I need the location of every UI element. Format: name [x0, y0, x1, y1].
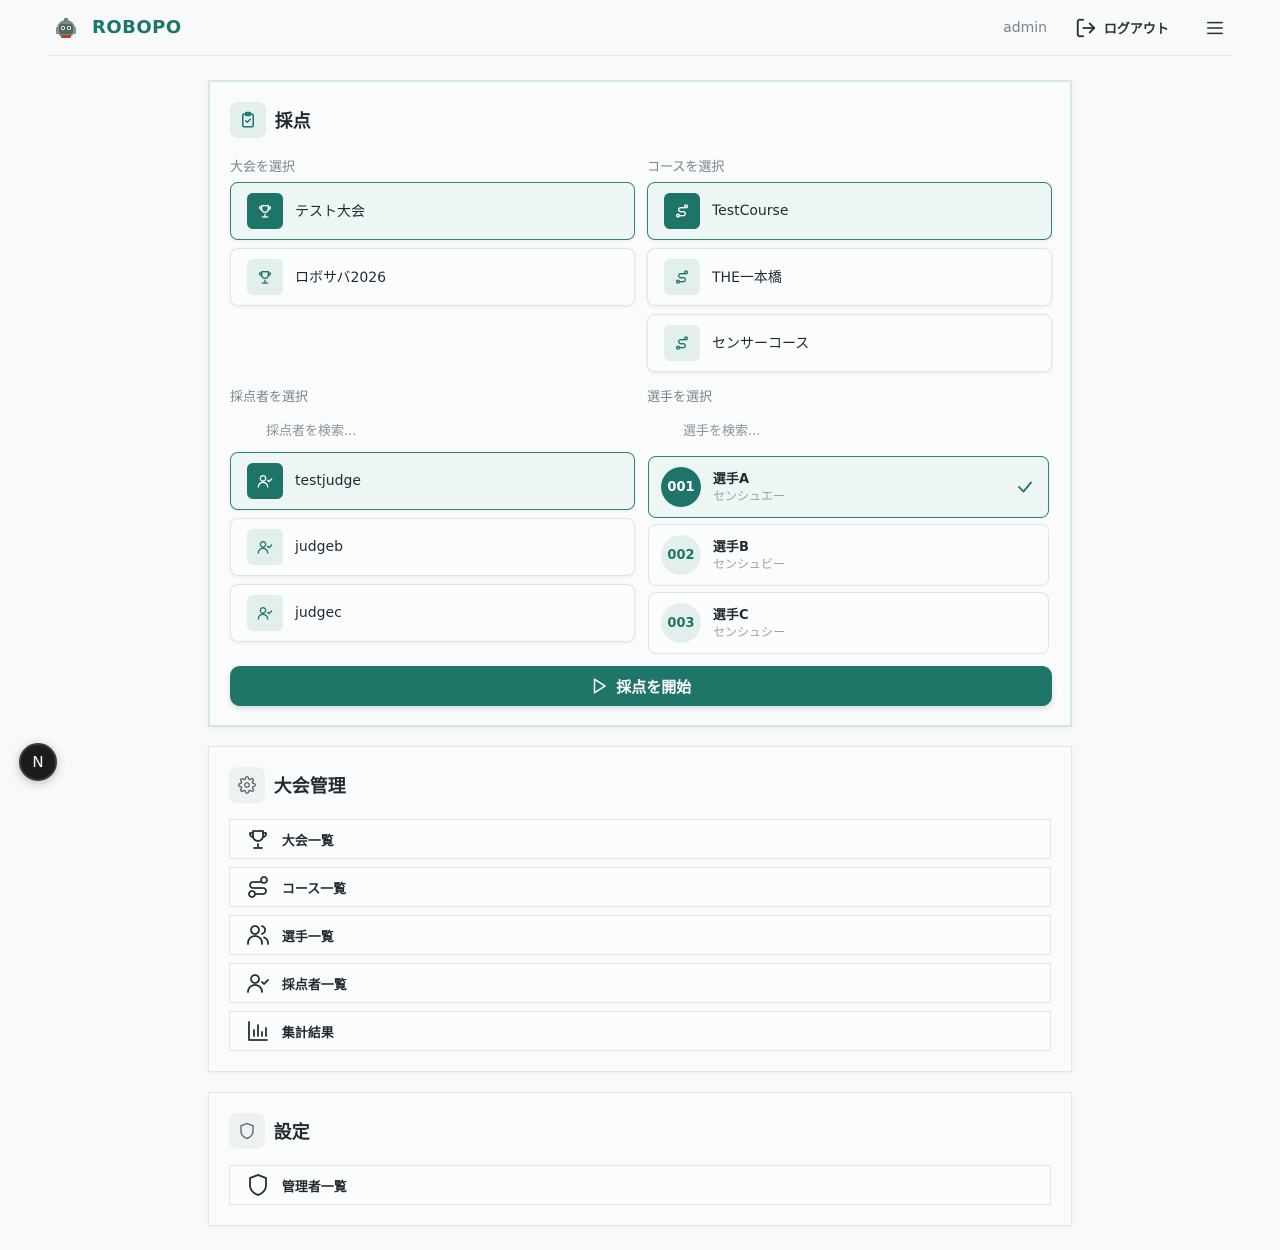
- user-check-icon: [247, 463, 283, 499]
- player-option-0[interactable]: 001 選手A センシュエー: [648, 456, 1049, 518]
- hamburger-menu-button[interactable]: [1205, 18, 1225, 38]
- tournament-select-label: 大会を選択: [230, 160, 296, 175]
- menu-admin-list[interactable]: 管理者一覧: [229, 1165, 1051, 1205]
- course-option-0[interactable]: TestCourse: [647, 182, 1052, 240]
- management-title: 大会管理: [274, 776, 346, 797]
- player-option-1[interactable]: 002 選手B センシュビー: [648, 524, 1049, 586]
- gear-icon: [229, 767, 265, 803]
- player-kana: センシュシー: [713, 624, 786, 639]
- menu-player-list[interactable]: 選手一覧: [229, 915, 1051, 955]
- player-name: 選手C: [713, 607, 749, 623]
- dev-tools-badge[interactable]: N: [19, 743, 57, 781]
- current-user: admin: [1003, 19, 1047, 36]
- player-search-input[interactable]: 選手を検索...: [683, 420, 760, 439]
- management-heading: 大会管理: [229, 767, 346, 803]
- judge-select-label: 採点者を選択: [230, 390, 309, 405]
- settings-heading: 設定: [229, 1113, 310, 1149]
- scoring-heading: 採点: [230, 102, 311, 138]
- judge-search-input[interactable]: 採点者を検索...: [266, 420, 356, 439]
- route-icon: [664, 193, 700, 229]
- trophy-icon: [247, 193, 283, 229]
- judge-option-2[interactable]: judgec: [230, 584, 635, 642]
- judge-option-1[interactable]: judgeb: [230, 518, 635, 576]
- user-check-icon: [247, 974, 269, 993]
- judge-name: judgeb: [295, 539, 344, 555]
- logout-button[interactable]: ログアウト: [1075, 17, 1169, 39]
- start-scoring-button[interactable]: 採点を開始: [230, 666, 1052, 706]
- course-name: センサーコース: [712, 336, 810, 352]
- check-icon: [1018, 481, 1032, 493]
- menu-results[interactable]: 集計結果: [229, 1011, 1051, 1051]
- course-option-2[interactable]: センサーコース: [647, 314, 1052, 372]
- course-name: TestCourse: [712, 203, 789, 219]
- menu-course-list[interactable]: コース一覧: [229, 867, 1051, 907]
- tournament-option-1[interactable]: ロボサバ2026: [230, 248, 635, 306]
- menu-label: コース一覧: [282, 881, 347, 897]
- user-check-icon: [247, 595, 283, 631]
- scoring-title: 採点: [275, 111, 311, 132]
- menu-label: 集計結果: [282, 1025, 335, 1041]
- course-select-label: コースを選択: [647, 160, 725, 175]
- judge-name: judgec: [295, 605, 342, 621]
- trophy-icon: [247, 259, 283, 295]
- menu-label: 管理者一覧: [282, 1179, 348, 1195]
- menu-judge-list[interactable]: 採点者一覧: [229, 963, 1051, 1003]
- course-name: THE一本橋: [712, 270, 782, 286]
- route-icon: [248, 876, 268, 898]
- settings-card: 設定 管理者一覧: [208, 1092, 1072, 1226]
- route-icon: [664, 325, 700, 361]
- clipboard-check-icon: [230, 102, 266, 138]
- player-select-label: 選手を選択: [647, 390, 713, 405]
- menu-label: 大会一覧: [282, 833, 335, 849]
- menu-label: 採点者一覧: [282, 977, 348, 993]
- start-scoring-label: 採点を開始: [616, 677, 692, 696]
- management-card: 大会管理 大会一覧 コース一覧 選手一覧 採点者一覧 集計結果: [208, 746, 1072, 1072]
- robot-logo-icon: [56, 17, 76, 38]
- player-name: 選手B: [713, 539, 749, 555]
- scoring-card: 採点 大会を選択 コースを選択 テスト大会 ロボサバ2026 TestCours…: [208, 80, 1072, 727]
- shield-icon: [229, 1113, 265, 1149]
- menu-label: 選手一覧: [282, 929, 335, 945]
- logout-icon: [1076, 18, 1096, 37]
- player-option-2[interactable]: 003 選手C センシュシー: [648, 592, 1049, 654]
- app-logo[interactable]: ROBOPO: [53, 15, 182, 41]
- top-header: ROBOPO admin ログアウト: [48, 0, 1232, 56]
- player-kana: センシュビー: [713, 556, 786, 571]
- tournament-option-0[interactable]: テスト大会: [230, 182, 635, 240]
- player-kana: センシュエー: [713, 488, 786, 503]
- judge-name: testjudge: [295, 473, 362, 489]
- tournament-name: テスト大会: [295, 204, 365, 220]
- bar-chart-icon: [248, 1021, 268, 1041]
- course-option-1[interactable]: THE一本橋: [647, 248, 1052, 306]
- settings-title: 設定: [274, 1122, 310, 1143]
- menu-icon: [1207, 21, 1223, 34]
- app-name: ROBOPO: [92, 17, 182, 38]
- users-icon: [247, 925, 269, 945]
- player-number: 001: [661, 467, 701, 507]
- user-check-icon: [247, 529, 283, 565]
- menu-tournament-list[interactable]: 大会一覧: [229, 819, 1051, 859]
- player-number: 002: [661, 535, 701, 575]
- judge-option-0[interactable]: testjudge: [230, 452, 635, 510]
- route-icon: [664, 259, 700, 295]
- player-number: 003: [661, 603, 701, 643]
- trophy-icon: [249, 830, 267, 849]
- player-name: 選手A: [713, 471, 750, 487]
- shield-icon: [249, 1174, 267, 1196]
- logout-label: ログアウト: [1103, 22, 1169, 37]
- tournament-name: ロボサバ2026: [295, 270, 387, 286]
- play-icon: [594, 678, 607, 694]
